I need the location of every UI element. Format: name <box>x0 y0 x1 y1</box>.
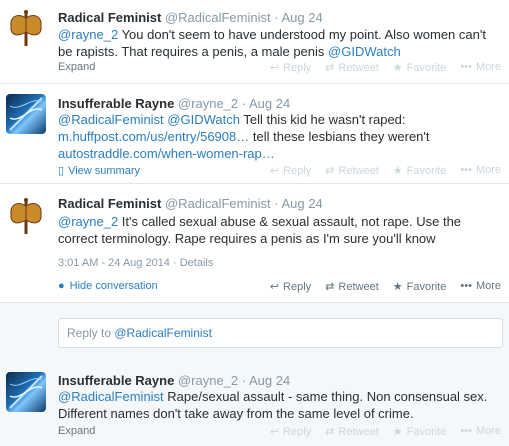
tweet-actions: Expand ↩ Reply ⇄ Retweet ★ Favorite ••• More <box>58 61 501 77</box>
tweet-actions: Expand ↩ Reply ⇄ Retweet ★ Favorite ••• More <box>58 425 501 441</box>
tweet-header: Radical Feminist @RadicalFeminist · Aug … <box>58 196 323 211</box>
star-icon: ★ <box>392 165 403 177</box>
reply-button[interactable]: ↩ Reply <box>270 280 311 293</box>
expand-link[interactable]: Expand <box>58 425 95 437</box>
star-icon: ★ <box>392 426 403 438</box>
username[interactable]: @rayne_2 <box>178 373 238 388</box>
speech-bubble-icon: ● <box>58 280 65 292</box>
tweet-header: Insufferable Rayne @rayne_2 · Aug 24 <box>58 373 290 388</box>
reply-icon: ↩ <box>269 281 280 293</box>
conversation-timeline: Radical Feminist @RadicalFeminist · Aug … <box>0 0 509 446</box>
url-link[interactable]: autostraddle.com/when-women-rap… <box>58 146 275 161</box>
view-summary-link[interactable]: ▯ View summary <box>58 164 140 177</box>
reply-area: Reply to @RadicalFeminist <box>0 302 509 364</box>
avatar-insufferable-rayne[interactable] <box>6 94 46 134</box>
fullname[interactable]: Radical Feminist <box>58 10 161 25</box>
details-link[interactable]: Details <box>180 257 214 269</box>
fullname[interactable]: Radical Feminist <box>58 196 161 211</box>
tweet-time[interactable]: Aug 24 <box>249 373 290 388</box>
favorite-button[interactable]: ★ Favorite <box>393 164 447 177</box>
fullname[interactable]: Insufferable Rayne <box>58 96 174 111</box>
reply-button[interactable]: ↩ Reply <box>270 61 311 74</box>
tweet-2[interactable]: Insufferable Rayne @rayne_2 · Aug 24 @Ra… <box>0 84 509 184</box>
mention-link[interactable]: @rayne_2 <box>58 27 118 42</box>
separator: · <box>241 373 247 388</box>
fullname[interactable]: Insufferable Rayne <box>58 373 174 388</box>
mention-link[interactable]: @rayne_2 <box>58 214 118 229</box>
more-dots-icon: ••• <box>460 280 472 292</box>
tweet-header: Radical Feminist @RadicalFeminist · Aug … <box>58 10 323 25</box>
dna-helix-icon <box>9 97 43 131</box>
retweet-icon: ⇄ <box>325 426 335 438</box>
tweet-time[interactable]: Aug 24 <box>281 196 322 211</box>
more-button[interactable]: ••• More <box>460 280 501 293</box>
retweet-button[interactable]: ⇄ Retweet <box>325 280 379 293</box>
hide-conversation-link[interactable]: ● Hide conversation <box>58 280 158 292</box>
tweet-header: Insufferable Rayne @rayne_2 · Aug 24 <box>58 96 290 111</box>
action-buttons: ↩ Reply ⇄ Retweet ★ Favorite ••• More <box>270 164 501 177</box>
more-dots-icon: ••• <box>460 164 472 176</box>
reply-icon: ↩ <box>269 62 280 74</box>
avatar-radical-feminist[interactable] <box>6 8 46 48</box>
username[interactable]: @RadicalFeminist <box>165 196 271 211</box>
tweet-text: @RadicalFeminist Rape/sexual assault - s… <box>58 389 488 421</box>
document-icon: ▯ <box>58 165 65 177</box>
favorite-button[interactable]: ★ Favorite <box>393 280 447 293</box>
reply-input[interactable]: Reply to @RadicalFeminist <box>58 318 503 348</box>
mention-link[interactable]: @GIDWatch <box>328 44 401 59</box>
dna-helix-icon <box>9 375 43 409</box>
retweet-icon: ⇄ <box>325 281 335 293</box>
mention-link[interactable]: @GIDWatch <box>167 112 240 127</box>
mention-link[interactable]: @RadicalFeminist <box>58 389 164 404</box>
reply-icon: ↩ <box>269 165 280 177</box>
retweet-icon: ⇄ <box>325 62 335 74</box>
more-button[interactable]: ••• More <box>460 164 501 177</box>
tweet-time[interactable]: Aug 24 <box>281 10 322 25</box>
retweet-button[interactable]: ⇄ Retweet <box>325 164 379 177</box>
mention-link[interactable]: @RadicalFeminist <box>58 112 164 127</box>
action-buttons: ↩ Reply ⇄ Retweet ★ Favorite ••• More <box>270 61 501 74</box>
tweet-4[interactable]: Insufferable Rayne @rayne_2 · Aug 24 @Ra… <box>0 364 509 446</box>
username[interactable]: @rayne_2 <box>178 96 238 111</box>
tweet-actions: ▯ View summary ↩ Reply ⇄ Retweet ★ Favorite … <box>58 164 501 180</box>
separator: · <box>241 96 247 111</box>
favorite-button[interactable]: ★ Favorite <box>393 61 447 74</box>
avatar-radical-feminist[interactable] <box>6 196 46 236</box>
more-dots-icon: ••• <box>460 425 472 437</box>
retweet-button[interactable]: ⇄ Retweet <box>325 425 379 438</box>
labrys-axe-icon <box>10 198 42 234</box>
labrys-axe-icon <box>10 10 42 46</box>
star-icon: ★ <box>392 281 403 293</box>
star-icon: ★ <box>392 62 403 74</box>
reply-button[interactable]: ↩ Reply <box>270 164 311 177</box>
tweet-actions: ● Hide conversation ↩ Reply ⇄ Retweet ★ Favo… <box>58 280 501 296</box>
tweet-1[interactable]: Radical Feminist @RadicalFeminist · Aug … <box>0 0 509 84</box>
action-buttons: ↩ Reply ⇄ Retweet ★ Favorite ••• More <box>270 280 501 293</box>
more-button[interactable]: ••• More <box>460 425 501 438</box>
action-buttons: ↩ Reply ⇄ Retweet ★ Favorite ••• More <box>270 425 501 438</box>
more-dots-icon: ••• <box>460 61 472 73</box>
expand-link[interactable]: Expand <box>58 61 95 73</box>
tweet-time[interactable]: Aug 24 <box>249 96 290 111</box>
more-button[interactable]: ••• More <box>460 61 501 74</box>
avatar-insufferable-rayne[interactable] <box>6 372 46 412</box>
reply-button[interactable]: ↩ Reply <box>270 425 311 438</box>
separator: · <box>274 196 279 211</box>
url-link[interactable]: m.huffpost.com/us/entry/56908… <box>58 129 249 144</box>
favorite-button[interactable]: ★ Favorite <box>393 425 447 438</box>
tweet-text: @rayne_2 You don't seem to have understo… <box>58 27 486 59</box>
retweet-button[interactable]: ⇄ Retweet <box>325 61 379 74</box>
tweet-text: @rayne_2 It's called sexual abuse & sexu… <box>58 214 462 246</box>
username[interactable]: @RadicalFeminist <box>165 10 271 25</box>
tweet-timestamp: 3:01 AM - 24 Aug 2014 · Details <box>58 257 214 269</box>
retweet-icon: ⇄ <box>325 165 335 177</box>
separator: · <box>274 10 279 25</box>
tweet-text: @RadicalFeminist @GIDWatch Tell this kid… <box>58 112 430 161</box>
tweet-3-expanded[interactable]: Radical Feminist @RadicalFeminist · Aug … <box>0 184 509 364</box>
reply-icon: ↩ <box>269 426 280 438</box>
